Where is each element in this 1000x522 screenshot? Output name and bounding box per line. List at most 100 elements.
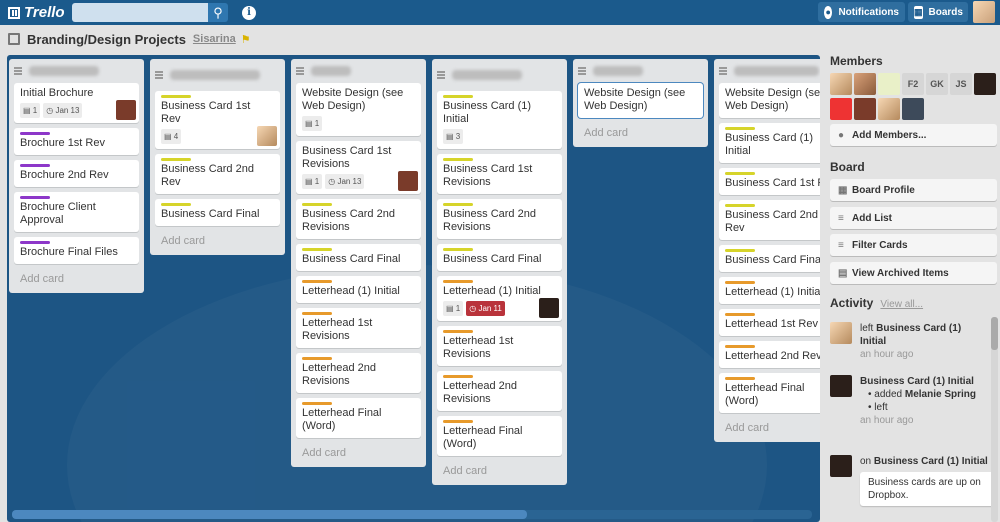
filter-cards-button[interactable]: ≡ Filter Cards: [830, 234, 997, 256]
add-card-link[interactable]: Add card: [437, 461, 562, 481]
add-card-link[interactable]: Add card: [155, 231, 280, 251]
info-icon[interactable]: i: [242, 5, 256, 20]
notifications-button[interactable]: ● Notifications: [818, 2, 905, 22]
card[interactable]: Business Card 1st Revisions: [437, 154, 562, 194]
add-card-link[interactable]: Add card: [578, 123, 703, 143]
sidebar-scrollbar[interactable]: [991, 317, 998, 522]
card[interactable]: Business Card 2nd Rev: [719, 200, 820, 240]
card[interactable]: Website Design (see Web Design): [719, 83, 820, 118]
card-label: [725, 204, 755, 207]
card[interactable]: Letterhead 2nd Revisions: [437, 371, 562, 411]
list-icon: ≡: [838, 212, 844, 224]
search-icon[interactable]: ⚲: [208, 3, 228, 22]
card[interactable]: Website Design (see Web Design) ▤ 1: [296, 83, 421, 136]
search-input[interactable]: [72, 3, 208, 22]
card[interactable]: Brochure Client Approval: [14, 192, 139, 232]
list-menu-icon[interactable]: [719, 67, 727, 75]
sidebar-scrollbar-thumb[interactable]: [991, 317, 998, 350]
card[interactable]: Website Design (see Web Design): [578, 83, 703, 118]
activity-avatar[interactable]: [830, 455, 852, 477]
card[interactable]: Business Card 1st Revisions ▤ 1 ◷ Jan 13: [296, 141, 421, 194]
card[interactable]: Brochure 2nd Rev: [14, 160, 139, 187]
card-member-avatar[interactable]: [539, 298, 559, 318]
activity-avatar[interactable]: [830, 322, 852, 344]
member-avatar[interactable]: [830, 73, 852, 95]
member-avatar[interactable]: [854, 73, 876, 95]
board-org-link[interactable]: Sisarina: [193, 33, 236, 45]
card[interactable]: Business Card Final: [155, 199, 280, 226]
card[interactable]: Business Card Final: [719, 245, 820, 272]
activity-card-link[interactable]: Business Card (1) Initial: [874, 456, 988, 467]
card-title: Business Card Final: [302, 253, 401, 265]
card[interactable]: Letterhead 2nd Revisions: [296, 353, 421, 393]
card[interactable]: Business Card (1) Initial: [719, 123, 820, 163]
card[interactable]: Letterhead 1st Rev: [719, 309, 820, 336]
card[interactable]: Letterhead 1st Revisions: [437, 326, 562, 366]
add-members-button[interactable]: ● Add Members...: [830, 124, 997, 146]
add-list-button[interactable]: ≡ Add List: [830, 207, 997, 229]
view-archived-button[interactable]: ▤ View Archived Items: [830, 262, 997, 284]
card-member-avatar[interactable]: [398, 171, 418, 191]
board-profile-button[interactable]: ▦ Board Profile: [830, 179, 997, 201]
list-menu-icon[interactable]: [296, 67, 304, 75]
boards-button[interactable]: ▦ Boards: [908, 2, 968, 22]
card[interactable]: Letterhead Final (Word): [719, 373, 820, 413]
member-avatar[interactable]: GK: [926, 73, 948, 95]
member-avatar[interactable]: [878, 73, 900, 95]
card-member-avatar[interactable]: [257, 126, 277, 146]
activity-time: an hour ago: [860, 415, 914, 426]
card-title: Business Card 1st Revisions: [443, 163, 533, 188]
view-all-link[interactable]: View all...: [880, 299, 923, 310]
member-avatar[interactable]: [830, 98, 852, 120]
scrollbar-thumb[interactable]: [12, 510, 527, 519]
member-avatar[interactable]: [974, 73, 996, 95]
activity-card-link[interactable]: Business Card (1) Initial: [860, 323, 961, 347]
list-menu-icon[interactable]: [578, 67, 586, 75]
add-card-link[interactable]: Add card: [14, 269, 139, 289]
card[interactable]: Brochure Final Files: [14, 237, 139, 264]
card[interactable]: Business Card 2nd Revisions: [437, 199, 562, 239]
card-title: Letterhead Final (Word): [443, 425, 523, 450]
add-card-link[interactable]: Add card: [296, 443, 421, 463]
activity-member-link[interactable]: Melanie Spring: [905, 389, 976, 400]
add-card-link[interactable]: Add card: [719, 418, 820, 438]
card[interactable]: Business Card 1st Rev: [719, 168, 820, 195]
card[interactable]: Letterhead (1) Initial ▤ 1 ◷ Jan 11: [437, 276, 562, 321]
card-label: [725, 281, 755, 284]
list-menu-icon[interactable]: [14, 67, 22, 75]
card[interactable]: Business Card 1st Rev ▤ 4: [155, 91, 280, 149]
card[interactable]: Letterhead Final (Word): [296, 398, 421, 438]
card[interactable]: Brochure 1st Rev: [14, 128, 139, 155]
horizontal-scrollbar[interactable]: [12, 510, 812, 519]
card-title: Letterhead Final (Word): [725, 382, 805, 407]
trello-logo[interactable]: Trello: [8, 4, 70, 21]
activity-card-link[interactable]: Business Card (1) Initial: [860, 376, 974, 387]
card[interactable]: Business Card 2nd Revisions: [296, 199, 421, 239]
add-list-label: Add List: [852, 212, 892, 224]
card[interactable]: Business Card Final: [296, 244, 421, 271]
card[interactable]: Letterhead (1) Initial: [719, 277, 820, 304]
list-menu-icon[interactable]: [437, 71, 445, 79]
card[interactable]: Letterhead 1st Revisions: [296, 308, 421, 348]
activity-item: left Business Card (1) Initial an hour a…: [830, 322, 990, 361]
member-avatar[interactable]: [878, 98, 900, 120]
list-title-blurred: [593, 66, 643, 76]
board-title[interactable]: Branding/Design Projects: [27, 32, 186, 47]
card[interactable]: Letterhead Final (Word): [437, 416, 562, 456]
archive-icon: ▤: [838, 267, 848, 279]
card[interactable]: Initial Brochure ▤ 1 ◷ Jan 13: [14, 83, 139, 123]
card-member-avatar[interactable]: [116, 100, 136, 120]
member-avatar[interactable]: [902, 98, 924, 120]
card[interactable]: Business Card (1) Initial ▤ 3: [437, 91, 562, 149]
member-avatar[interactable]: [854, 98, 876, 120]
member-avatar[interactable]: JS: [950, 73, 972, 95]
member-avatar[interactable]: F2: [902, 73, 924, 95]
card[interactable]: Business Card 2nd Rev: [155, 154, 280, 194]
card[interactable]: Letterhead 2nd Rev: [719, 341, 820, 368]
activity-avatar[interactable]: [830, 375, 852, 397]
card[interactable]: Business Card Final: [437, 244, 562, 271]
card[interactable]: Letterhead (1) Initial: [296, 276, 421, 303]
list-menu-icon[interactable]: [155, 71, 163, 79]
card-label: [302, 312, 332, 315]
user-avatar[interactable]: [973, 1, 995, 23]
